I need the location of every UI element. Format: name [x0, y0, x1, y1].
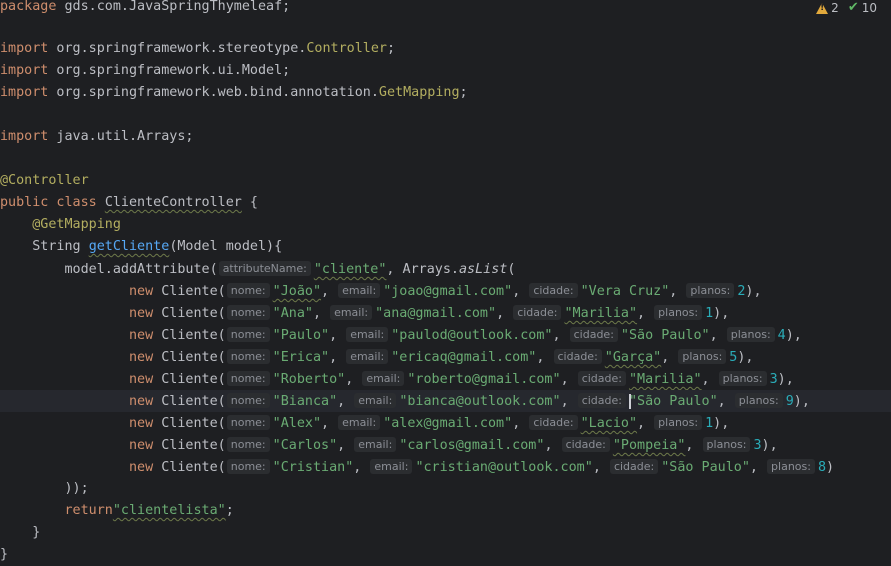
code-line-new-cliente[interactable]: new Cliente(nome: "Paulo", email: "paulod@…	[0, 324, 891, 346]
param-hint: nome:	[226, 349, 270, 364]
param-hint: planos:	[654, 415, 703, 430]
cliente-nome: "Cristian"	[272, 460, 354, 475]
param-hint: nome:	[226, 415, 270, 430]
param-hint: planos:	[767, 459, 815, 474]
param-hint: cidade:	[529, 283, 578, 298]
cliente-email: "bianca@outlook.com"	[399, 394, 561, 409]
param-hint: cidade:	[577, 371, 626, 386]
param-hint: email:	[338, 415, 381, 430]
code-line-controller-annotation[interactable]: @Controller	[0, 170, 891, 192]
param-hint: nome:	[226, 283, 270, 298]
code-line-import-arrays[interactable]: import java.util.Arrays;	[0, 126, 891, 148]
param-hint: planos:	[686, 283, 735, 298]
cliente-email: "ericaq@gmail.com"	[391, 350, 537, 365]
param-hint: cidade:	[609, 459, 659, 474]
cliente-email: "joao@gmail.com"	[383, 284, 513, 299]
code-line-add-attribute[interactable]: model.addAttribute(attributeName: "client…	[0, 258, 891, 280]
code-line-new-cliente[interactable]: new Cliente(nome: "Roberto", email: "rober…	[0, 368, 891, 390]
code-line-new-cliente[interactable]: new Cliente(nome: "Cristian", email: "cris…	[0, 456, 891, 478]
code-line-new-cliente[interactable]: new Cliente(nome: "Ana", email: "ana@gmail…	[0, 302, 891, 324]
param-hint: cidade:	[569, 327, 618, 342]
cliente-email: "cristian@outlook.com"	[415, 460, 593, 475]
code-line-close-method[interactable]: }	[0, 522, 891, 544]
code-line-new-cliente[interactable]: new Cliente(nome: "Erica", email: "ericaq@…	[0, 346, 891, 368]
code-line-new-cliente[interactable]: new Cliente(nome: "Carlos", email: "carlos…	[0, 434, 891, 456]
code-line-new-cliente[interactable]: new Cliente(nome: "Alex", email: "alex@gma…	[0, 412, 891, 434]
cliente-cidade: "Vera Cruz"	[580, 284, 670, 299]
code-line-import-model[interactable]: import org.springframework.ui.Model;	[0, 60, 891, 82]
code-line-import-controller[interactable]: import org.springframework.stereotype.Co…	[0, 38, 891, 60]
param-hint: cidade:	[553, 349, 602, 364]
param-hint: email:	[346, 349, 389, 364]
param-hint: planos:	[654, 305, 703, 320]
param-hint: planos:	[734, 393, 783, 408]
param-hint: nome:	[226, 371, 270, 386]
param-hint: nome:	[226, 305, 270, 320]
cliente-planos: 1	[705, 306, 714, 321]
param-hint: email:	[346, 327, 389, 342]
param-hint: planos:	[678, 349, 727, 364]
cliente-planos: 4	[777, 328, 786, 343]
cliente-nome: "João"	[272, 284, 322, 299]
cliente-cidade: "Marilia"	[564, 306, 638, 321]
cliente-cidade: "São Paulo"	[620, 328, 710, 343]
cliente-nome: "Paulo"	[272, 328, 330, 343]
cliente-planos: 9	[785, 394, 794, 409]
code-line-new-cliente[interactable]: new Cliente(nome: "João", email: "joao@gma…	[0, 280, 891, 302]
cliente-cidade: "Pompeia"	[612, 438, 686, 453]
code-line-new-cliente[interactable]: new Cliente(nome: "Bianca", email: "bianca…	[0, 390, 891, 412]
code-editor[interactable]: 2 ✔ 10 package gds.com.JavaSpringThymele…	[0, 0, 891, 562]
cliente-email: "roberto@gmail.com"	[407, 372, 561, 387]
param-hint: email:	[370, 459, 413, 474]
param-hint: cidade:	[561, 437, 610, 452]
param-hint: email:	[354, 393, 397, 408]
param-hint: email:	[354, 437, 397, 452]
param-hint: email:	[362, 371, 405, 386]
param-hint: nome:	[226, 327, 270, 342]
param-hint: email:	[338, 283, 381, 298]
code-line-class-declaration[interactable]: public class ClienteController {	[0, 192, 891, 214]
param-hint: planos:	[718, 371, 767, 386]
cliente-email: "alex@gmail.com"	[383, 416, 513, 431]
cliente-nome: "Roberto"	[272, 372, 346, 387]
cliente-planos: 8	[817, 460, 827, 475]
param-hint: cidade:	[513, 305, 562, 320]
code-line-package[interactable]: package gds.com.JavaSpringThymeleaf;	[0, 0, 891, 18]
cliente-nome: "Bianca"	[272, 394, 338, 409]
cliente-nome: "Erica"	[272, 350, 330, 365]
cliente-nome: "Ana"	[272, 306, 313, 321]
cliente-planos: 1	[705, 416, 714, 431]
cliente-email: "paulod@outlook.com"	[391, 328, 553, 343]
cliente-cidade: "São Paulo"	[628, 394, 718, 409]
param-hint: nome:	[226, 437, 270, 452]
param-hint: cidade:	[529, 415, 578, 430]
param-hint: planos:	[702, 437, 751, 452]
cliente-nome: "Alex"	[272, 416, 322, 431]
cliente-email: "carlos@gmail.com"	[399, 438, 545, 453]
code-line-method-declaration[interactable]: String getCliente(Model model){	[0, 236, 891, 258]
cliente-cidade: "Garça"	[604, 350, 662, 365]
cliente-email: "ana@gmail.com"	[375, 306, 497, 321]
param-hint: email:	[330, 305, 373, 320]
param-hint: attributeName:	[218, 261, 311, 276]
cliente-nome: "Carlos"	[272, 438, 338, 453]
cliente-planos: 3	[769, 372, 778, 387]
code-line-close-class[interactable]: }	[0, 544, 891, 566]
cliente-cidade: "Marilia"	[628, 372, 702, 387]
cliente-cidade: "Lacio"	[580, 416, 638, 431]
cliente-cidade: "São Paulo"	[661, 460, 750, 475]
param-hint: nome:	[226, 393, 270, 408]
code-line-import-getmapping[interactable]: import org.springframework.web.bind.anno…	[0, 82, 891, 104]
param-hint: nome:	[226, 459, 270, 474]
param-hint: cidade:	[577, 393, 626, 408]
cliente-planos: 3	[753, 438, 762, 453]
code-line-return[interactable]: return"clientelista";	[0, 500, 891, 522]
code-line-getmapping-annotation[interactable]: @GetMapping	[0, 214, 891, 236]
code-line-close-aslist[interactable]: ));	[0, 478, 891, 500]
param-hint: planos:	[726, 327, 775, 342]
